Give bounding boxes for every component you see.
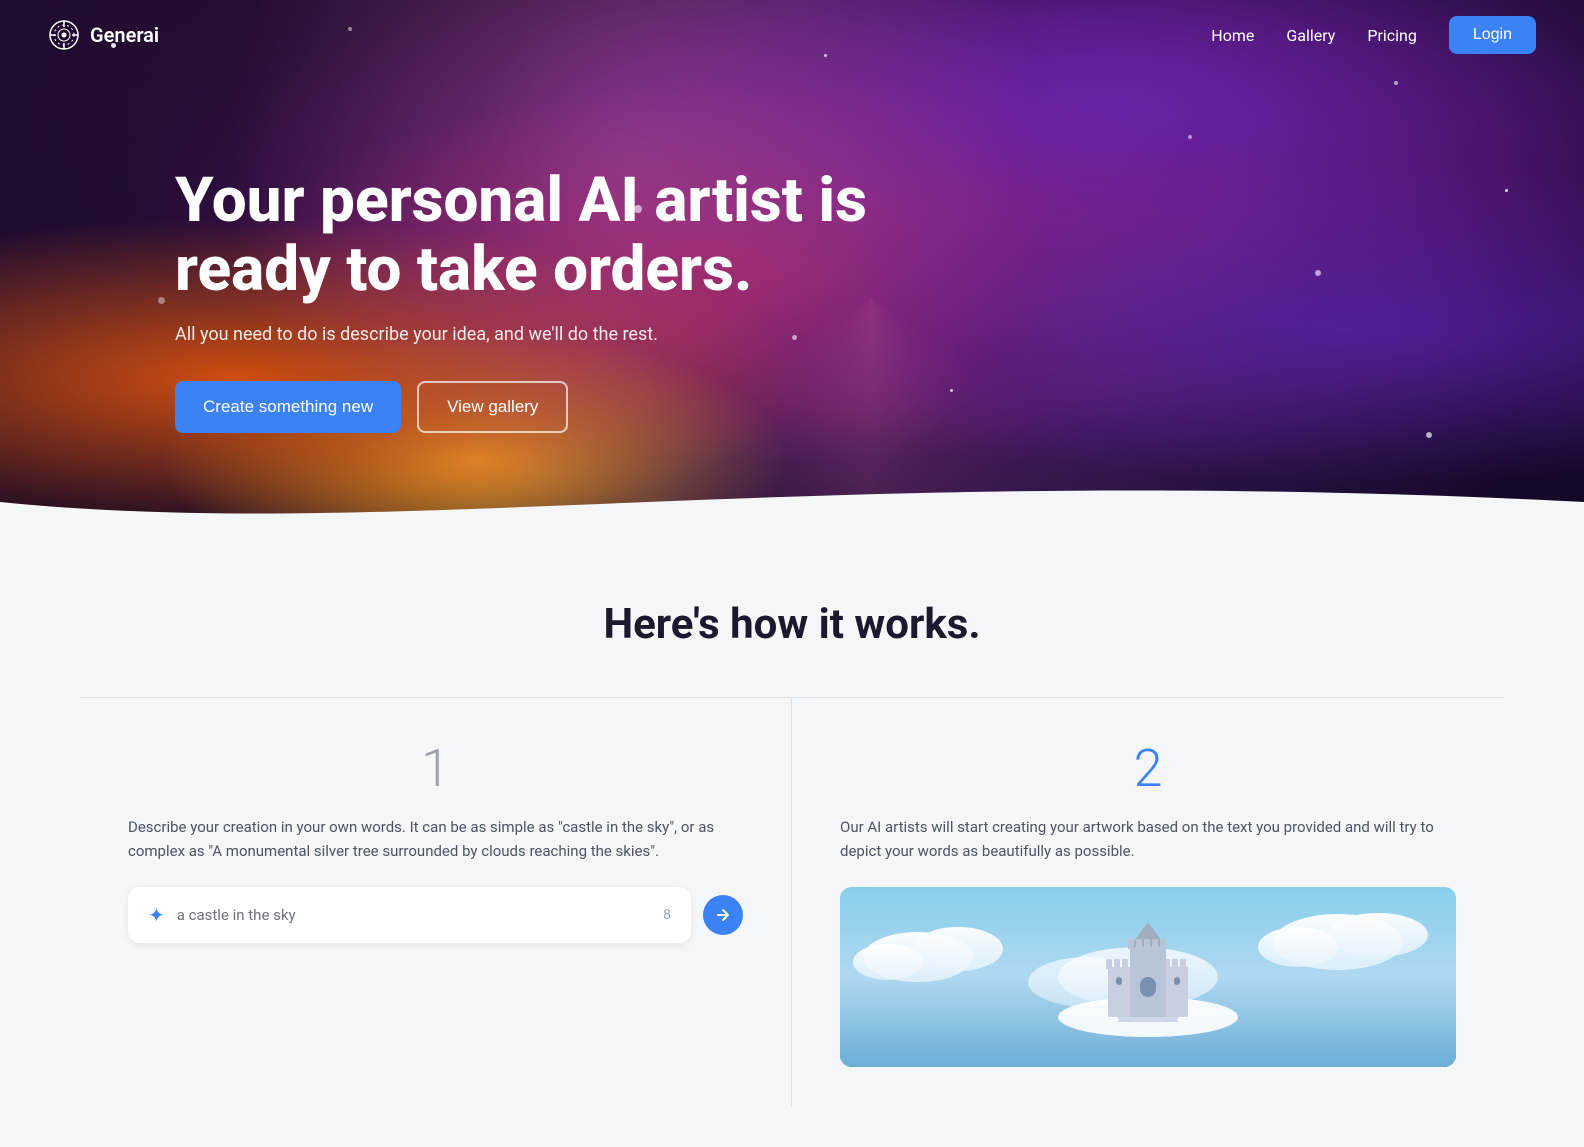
nav-links: Home Gallery Pricing Login	[1211, 16, 1536, 54]
brand-logo[interactable]: Generai	[48, 19, 159, 51]
step-1-number: 1	[128, 738, 743, 799]
step-2: 2 Our AI artists will start creating you…	[792, 698, 1504, 1107]
star-4	[1394, 81, 1398, 85]
steps-grid: 1 Describe your creation in your own wor…	[80, 697, 1504, 1107]
section-title: Here's how it works.	[80, 600, 1504, 649]
step-2-image-inner	[840, 887, 1456, 1067]
arrow-right-icon	[714, 906, 732, 924]
brand-name: Generai	[90, 23, 159, 47]
step-2-image	[840, 887, 1456, 1067]
hero-section: Your personal AI artist is ready to take…	[0, 0, 1584, 540]
create-something-new-button[interactable]: Create something new	[175, 381, 401, 433]
step-2-number: 2	[840, 738, 1456, 799]
nav-pricing[interactable]: Pricing	[1367, 26, 1417, 45]
login-button[interactable]: Login	[1449, 16, 1536, 54]
step-2-description: Our AI artists will start creating your …	[840, 815, 1456, 863]
step-1-input-container: ✦ a castle in the sky 8	[128, 887, 691, 943]
step-1-description: Describe your creation in your own words…	[128, 815, 743, 863]
star-9	[1426, 432, 1432, 438]
step-1-input-row: ✦ a castle in the sky 8	[128, 887, 743, 943]
star-3	[1315, 270, 1321, 276]
nav-home[interactable]: Home	[1211, 26, 1254, 45]
step-1: 1 Describe your creation in your own wor…	[80, 698, 792, 1107]
step-1-input-count: 8	[663, 907, 671, 923]
how-it-works-section: Here's how it works. 1 Describe your cre…	[0, 540, 1584, 1147]
hero-buttons: Create something new View gallery	[175, 381, 925, 433]
submit-arrow-button[interactable]	[703, 895, 743, 935]
navbar: Generai Home Gallery Pricing Login	[0, 0, 1584, 70]
nav-gallery[interactable]: Gallery	[1286, 26, 1335, 45]
step-1-input-text: a castle in the sky	[177, 906, 651, 924]
logo-icon	[48, 19, 80, 51]
hero-wave	[0, 462, 1584, 540]
star-8	[1188, 135, 1192, 139]
star-11	[1505, 189, 1508, 192]
hero-content: Your personal AI artist is ready to take…	[0, 107, 1100, 432]
sparkle-icon: ✦	[148, 903, 165, 927]
hero-title: Your personal AI artist is ready to take…	[175, 167, 925, 303]
view-gallery-button[interactable]: View gallery	[417, 381, 568, 433]
hero-subtitle: All you need to do is describe your idea…	[175, 324, 925, 345]
castle-scene	[840, 887, 1456, 1067]
